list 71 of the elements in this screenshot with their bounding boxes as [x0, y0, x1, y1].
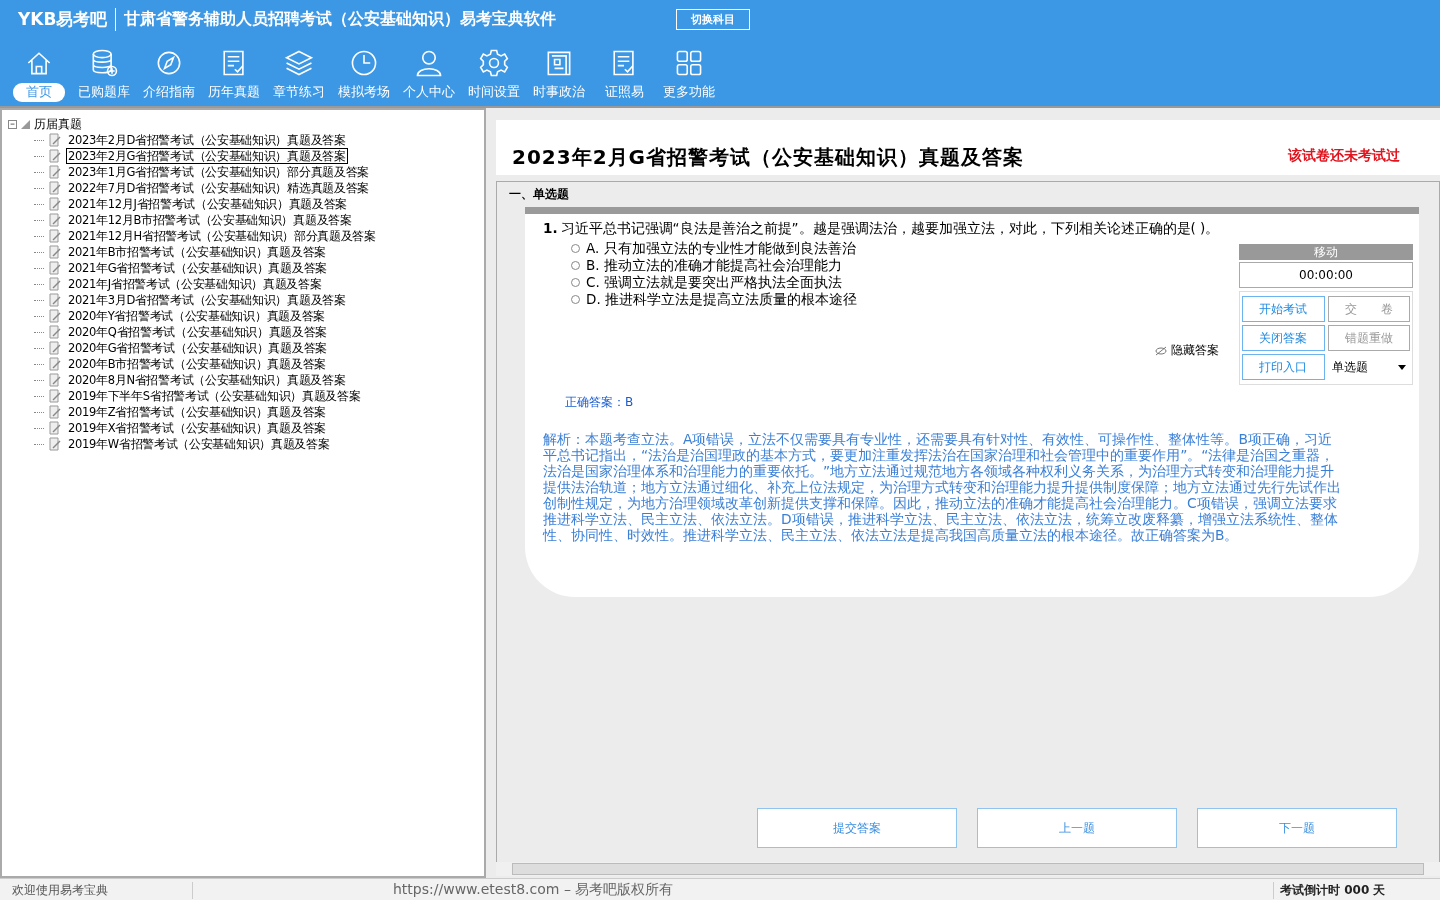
- tree-item[interactable]: 2020年Y省招警考试（公安基础知识）真题及答案: [66, 308, 328, 324]
- document-icon: [48, 437, 62, 451]
- dropdown-caret-icon: [1398, 364, 1406, 370]
- option-label[interactable]: C. 强调立法就是要突出严格执法全面执法: [586, 273, 842, 292]
- status-countdown: 考试倒计时 000 天: [1273, 881, 1440, 899]
- tree-item[interactable]: 2019年Z省招警考试（公安基础知识）真题及答案: [66, 404, 328, 420]
- document-icon: [48, 133, 62, 147]
- option-label[interactable]: B. 推动立法的准确才能提高社会治理能力: [586, 256, 842, 275]
- tree-item[interactable]: 2022年7月D省招警考试（公安基础知识）精选真题及答案: [66, 180, 372, 196]
- folder-triangle-icon: [21, 119, 30, 129]
- document-icon: [48, 197, 62, 211]
- tree-item[interactable]: 2020年8月N省招警考试（公安基础知识）真题及答案: [66, 372, 348, 388]
- document-icon: [48, 261, 62, 275]
- tree-item[interactable]: 2021年B市招警考试（公安基础知识）真题及答案: [66, 244, 328, 260]
- document-icon: [48, 149, 62, 163]
- document-icon: [48, 325, 62, 339]
- document-icon: [48, 229, 62, 243]
- option-label[interactable]: A. 只有加强立法的专业性才能做到良法善治: [586, 239, 856, 258]
- document-icon: [48, 341, 62, 355]
- document-icon: [48, 165, 62, 179]
- panel-button[interactable]: 打印入口: [1242, 354, 1325, 381]
- document-icon: [48, 357, 62, 371]
- section-heading: 一、单选题: [509, 186, 570, 204]
- tree-item[interactable]: 2023年2月G省招警考试（公安基础知识）真题及答案: [66, 148, 348, 164]
- option-label[interactable]: D. 推进科学立法是提高立法质量的根本途径: [586, 290, 857, 309]
- explanation-text: 解析：本题考查立法。A项错误，立法不仅需要具有专业性，还需要具有针对性、有效性、可操作性、整体性等。B项正确，习近平总书记指出，“法治是治国理政的基本方式，要更加注重发挥法治在国家治理和社会管理中的重要作用”。“法律是治国之重器，法治是国家治理体系和治理能力的重要依托。”地方立法通过规范地方各领域各种权利义务关系，为治理方式转变和治理能力提升提供法治轨道；地方立法通过细化、补充上位法规定，为治理方式转变和治理能力提升提供制度保障；地方立法通过先行先试作出创制性规定，为地方治理领域改革创新提供支撑和保障。因此，推动立法的准确才能提高社会治理能力。C项错误，强调立法要求推进科学立法、民主立法、依法立法。D项错误，推进科学立法、民主立法、依法立法，统筹立改废释纂，增强立法系统性、整体性、协同性、时效性。推进科学立法、民主立法、依法立法是提高我国高质量立法的根本途径。故正确答案为B。: [543, 431, 1342, 544]
- tree-item[interactable]: 2021年12月H省招警考试（公安基础知识）部分真题及答案: [66, 228, 378, 244]
- tree-item[interactable]: 2021年3月D省招警考试（公安基础知识）真题及答案: [66, 292, 348, 308]
- document-icon: [48, 293, 62, 307]
- document-icon: [48, 373, 62, 387]
- document-icon: [48, 277, 62, 291]
- tree-item[interactable]: 2020年B市招警考试（公安基础知识）真题及答案: [66, 356, 328, 372]
- action-button[interactable]: 下一题: [1197, 808, 1397, 849]
- horizontal-scrollbar[interactable]: [496, 862, 1440, 876]
- exam-status: 该试卷还未考试过: [1288, 147, 1400, 166]
- timer-display: 00:00:00: [1239, 262, 1413, 289]
- nav-icon: [478, 47, 510, 79]
- action-button[interactable]: 上一题: [977, 808, 1177, 849]
- app-title: 甘肃省警务辅助人员招聘考试（公安基础知识）易考宝典软件: [124, 8, 558, 30]
- exam-title: 2023年2月G省招警考试（公安基础知识）真题及答案: [512, 144, 1024, 172]
- tree-item[interactable]: 2020年G省招警考试（公安基础知识）真题及答案: [66, 340, 329, 356]
- document-icon: [48, 213, 62, 227]
- hide-answer-button[interactable]: 隐藏答案: [1155, 342, 1219, 360]
- document-icon: [48, 181, 62, 195]
- tree-item[interactable]: 2023年2月D省招警考试（公安基础知识）真题及答案: [66, 132, 348, 148]
- status-copyright: https://www.etest8.com – 易考吧版权所有: [392, 881, 675, 899]
- app-logo: YKB易考吧: [18, 7, 117, 31]
- tree-item[interactable]: 2020年Q省招警考试（公安基础知识）真题及答案: [66, 324, 330, 340]
- panel-button[interactable]: 关闭答案: [1242, 325, 1325, 352]
- tree-item[interactable]: 2021年G省招警考试（公安基础知识）真题及答案: [66, 260, 329, 276]
- document-icon: [48, 389, 62, 403]
- question-type-dropdown[interactable]: 单选题: [1327, 354, 1410, 381]
- document-icon: [48, 309, 62, 323]
- tree-item[interactable]: 2019年X省招警考试（公安基础知识）真题及答案: [66, 420, 328, 436]
- question-text: 1. 习近平总书记强调“良法是善治之前提”。越是强调法治，越要加强立法，对此，下列相关论述正确的是( )。: [543, 220, 1221, 239]
- tree-item[interactable]: 2021年J省招警考试（公安基础知识）真题及答案: [66, 276, 324, 292]
- answer-text: 正确答案：B: [564, 394, 635, 412]
- tree-item[interactable]: 2019年下半年S省招警考试（公安基础知识）真题及答案: [66, 388, 363, 404]
- collapse-toggle-icon[interactable]: [8, 119, 17, 129]
- document-icon: [48, 405, 62, 419]
- hidden-eye-icon: [1155, 345, 1167, 356]
- document-icon: [48, 421, 62, 435]
- panel-button[interactable]: 开始考试: [1242, 296, 1325, 323]
- action-button[interactable]: 提交答案: [757, 808, 957, 849]
- tree-item[interactable]: 2021年12月B市招警考试（公安基础知识）真题及答案: [66, 212, 354, 228]
- status-welcome: 欢迎使用易考宝典: [0, 881, 193, 899]
- document-icon: [48, 245, 62, 259]
- tree-item[interactable]: 2019年W省招警考试（公安基础知识）真题及答案: [66, 436, 332, 452]
- tree-item[interactable]: 2023年1月G省招警考试（公安基础知识）部分真题及答案: [66, 164, 372, 180]
- tree-item[interactable]: 2021年12月J省招警考试（公安基础知识）真题及答案: [66, 196, 350, 212]
- tree-root-label[interactable]: 历届真题: [34, 115, 82, 133]
